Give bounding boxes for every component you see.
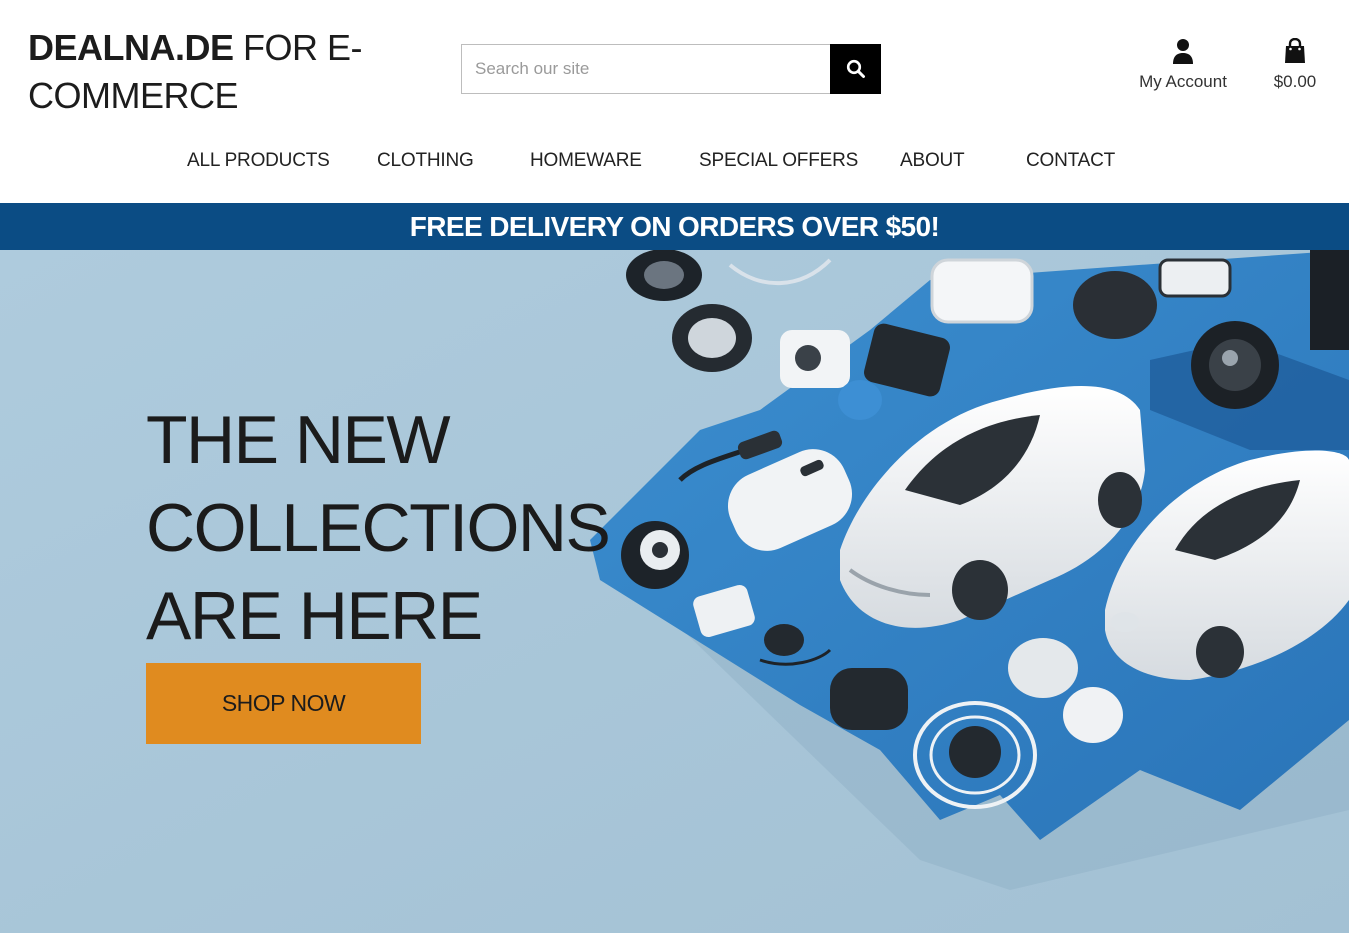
nav-item-special-offers[interactable]: SPECIAL OFFERS bbox=[699, 150, 858, 172]
shop-now-button[interactable]: SHOP NOW bbox=[146, 663, 421, 744]
hero-heading-line: ARE HERE bbox=[146, 577, 483, 654]
main-nav: ALL PRODUCTS CLOTHING HOMEWARE SPECIAL O… bbox=[0, 150, 1349, 184]
nav-item-homeware[interactable]: HOMEWARE bbox=[530, 150, 642, 172]
my-account-link[interactable]: My Account bbox=[1130, 38, 1236, 92]
logo-brand: DEALNA.DE bbox=[28, 27, 234, 68]
user-icon bbox=[1173, 39, 1193, 64]
search-input[interactable] bbox=[461, 44, 831, 94]
search-form bbox=[461, 44, 881, 94]
hero-heading: THE NEW COLLECTIONS ARE HERE bbox=[146, 396, 611, 660]
logo-tagline-line2: COMMERCE bbox=[28, 75, 239, 116]
nav-item-all-products[interactable]: ALL PRODUCTS bbox=[187, 150, 330, 172]
cart-total: $0.00 bbox=[1273, 72, 1317, 91]
nav-item-clothing[interactable]: CLOTHING bbox=[377, 150, 474, 172]
hero-section: THE NEW COLLECTIONS ARE HERE SHOP NOW bbox=[0, 250, 1349, 933]
shopping-bag-icon bbox=[1285, 38, 1305, 63]
hero-heading-line: COLLECTIONS bbox=[146, 489, 611, 566]
search-button[interactable] bbox=[830, 44, 881, 94]
free-delivery-banner: FREE DELIVERY ON ORDERS OVER $50! bbox=[0, 203, 1349, 250]
hero-heading-line: THE NEW bbox=[146, 401, 451, 478]
search-icon bbox=[846, 59, 865, 78]
cart-link[interactable]: $0.00 bbox=[1262, 38, 1328, 92]
logo-tagline-line1: FOR E- bbox=[243, 27, 363, 68]
nav-item-contact[interactable]: CONTACT bbox=[1026, 150, 1115, 172]
site-logo[interactable]: DEALNA.DE FOR E- COMMERCE bbox=[28, 24, 363, 120]
nav-item-about[interactable]: ABOUT bbox=[900, 150, 965, 172]
my-account-label: My Account bbox=[1139, 72, 1227, 91]
